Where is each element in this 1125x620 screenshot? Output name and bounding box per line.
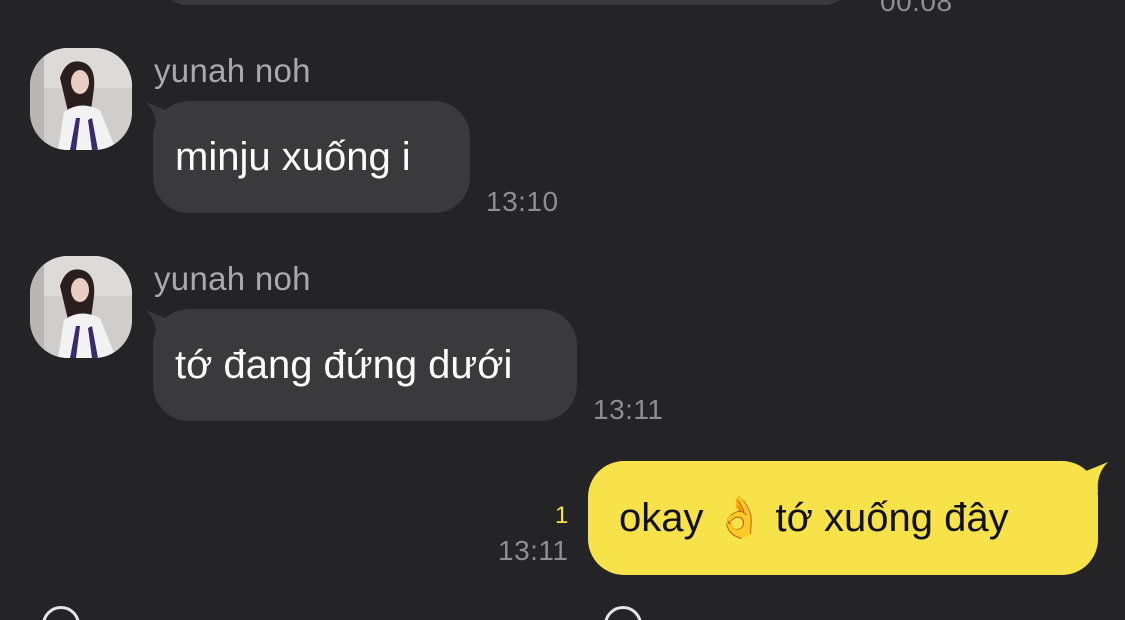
avatar[interactable] — [30, 48, 132, 150]
message-text: minju xuống i — [175, 135, 411, 179]
message-time: 13:10 — [486, 186, 559, 217]
cutoff-text — [658, 610, 858, 620]
message-bubble-outgoing[interactable]: okay 👌 tớ xuống đây — [588, 461, 1098, 575]
cutoff-text — [96, 610, 296, 620]
sender-name: yunah noh — [154, 52, 311, 89]
message-time: 13:11 — [593, 394, 664, 425]
profile-photo — [30, 256, 132, 358]
reply-icon[interactable] — [42, 606, 80, 620]
message-bubble-incoming[interactable]: tớ đang đứng dưới — [153, 309, 577, 421]
message-text: tớ đang đứng dưới — [175, 343, 513, 387]
profile-photo — [30, 48, 132, 150]
avatar[interactable] — [30, 256, 132, 358]
reply-icon[interactable] — [604, 606, 642, 620]
previous-message-time: 00:08 — [880, 0, 953, 17]
unread-count: 1 — [555, 502, 569, 529]
message-bubble-incoming[interactable]: minju xuống i — [153, 101, 470, 213]
sender-name: yunah noh — [154, 260, 311, 297]
message-text: okay 👌 tớ xuống đây — [619, 496, 1009, 540]
chat-view: 00:08 yunah noh minju xuống i 13:10 yuna… — [0, 0, 1125, 620]
message-time: 13:11 — [498, 535, 569, 566]
previous-message-bubble[interactable] — [160, 0, 852, 5]
